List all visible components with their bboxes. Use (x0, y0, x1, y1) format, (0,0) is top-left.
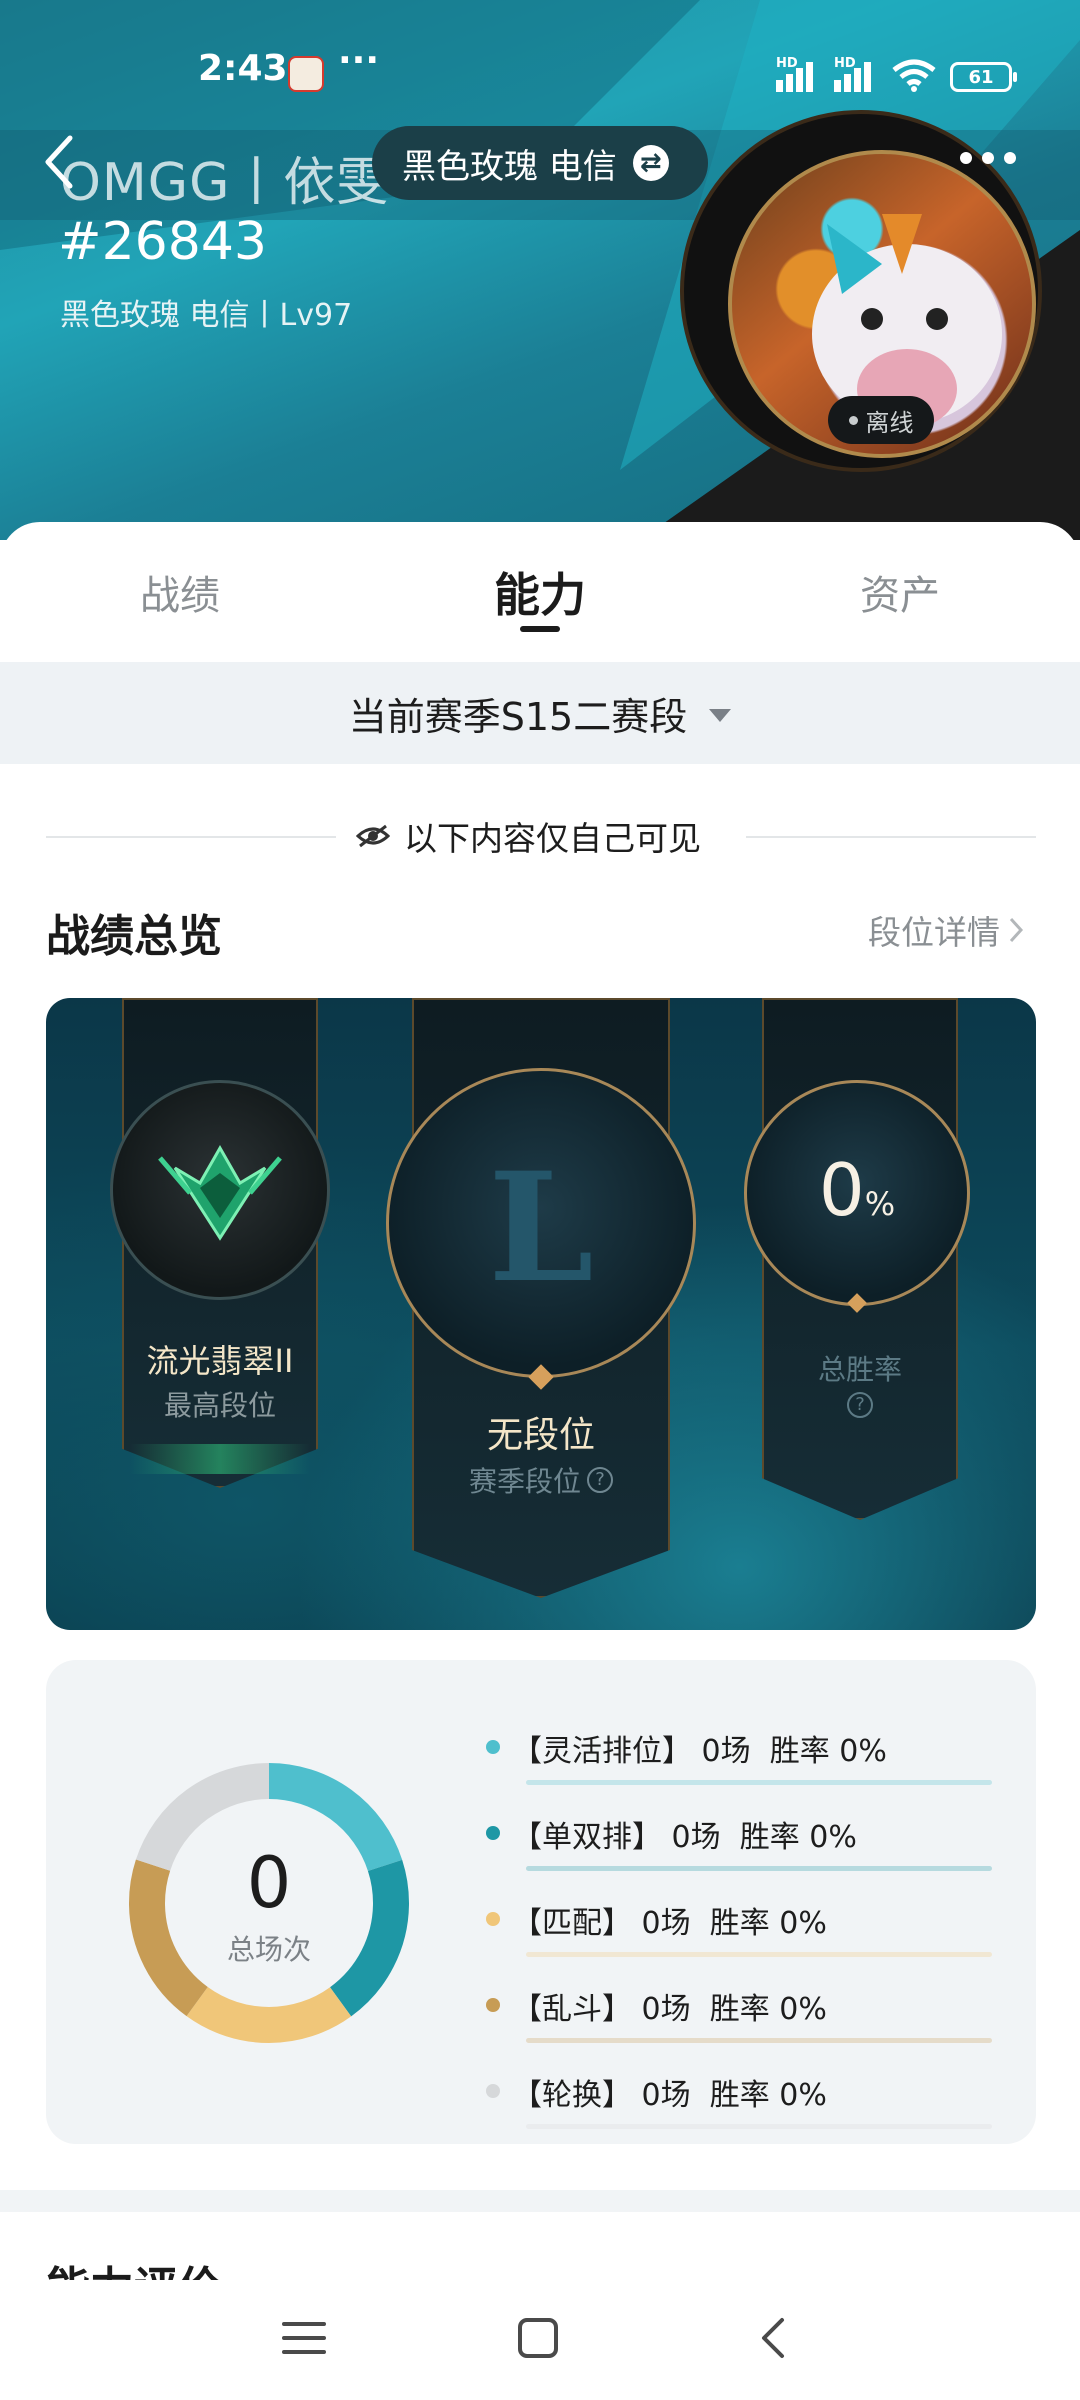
battery-icon: 61 (950, 62, 1017, 92)
queue-bar (526, 1866, 992, 1871)
chevron-right-icon (1009, 917, 1024, 943)
queue-name: 【匹配】 (512, 1906, 632, 1941)
season-filter-label: 当前赛季S15二赛段 (348, 694, 688, 739)
tab-record[interactable]: 战绩 (0, 522, 360, 662)
legend-dot (486, 1826, 500, 1840)
season-emblem: L (488, 1140, 594, 1316)
queue-games: 0场 (641, 1906, 691, 1941)
back-nav-icon[interactable] (744, 2308, 804, 2368)
win-rate-number: 0 (818, 1148, 865, 1232)
queue-bar (526, 1952, 992, 1957)
queue-name: 【轮换】 (512, 2078, 632, 2113)
emerald-rank-emblem-icon (158, 1144, 282, 1241)
queue-row-solo[interactable]: 【单双排】 0场 胜率 0% (486, 1792, 992, 1878)
queue-games: 0场 (641, 2078, 691, 2113)
win-rate-value: 0% (744, 1148, 970, 1232)
hd-label: HD (776, 56, 798, 71)
queue-row-normal[interactable]: 【匹配】 0场 胜率 0% (486, 1878, 992, 1964)
server-level: 黑色玫瑰 电信丨Lv97 (60, 298, 353, 333)
total-games-label: 总场次 (226, 1933, 311, 1966)
back-arrow-icon[interactable] (38, 132, 78, 192)
queue-games: 0场 (671, 1820, 721, 1855)
ability-rating-title: 能力评价 (46, 2252, 222, 2282)
section-divider (0, 2190, 1080, 2212)
highest-rank-label: 最高段位 (163, 1389, 276, 1422)
tab-bar: 战绩 能力 资产 (0, 522, 1080, 662)
menu-icon[interactable] (274, 2308, 334, 2368)
win-rate-label: 总胜率 (817, 1353, 902, 1386)
help-icon[interactable]: ? (847, 1392, 873, 1418)
help-icon[interactable]: ? (587, 1467, 613, 1493)
more-options-icon[interactable] (960, 152, 1016, 164)
queue-winrate: 胜率 0% (769, 1734, 887, 1769)
queue-row-text: 【灵活排位】 0场 胜率 0% (512, 1726, 887, 1770)
rank-details-link[interactable]: 段位详情 (868, 906, 1024, 954)
emerald-trim (130, 1444, 310, 1474)
queue-row-text: 【单双排】 0场 胜率 0% (512, 1812, 857, 1856)
status-more-dots: ··· (338, 40, 380, 81)
server-switch-button[interactable]: 黑色玫瑰 电信 ⇄ (372, 126, 708, 200)
queue-name: 【灵活排位】 (512, 1734, 692, 1769)
queue-row-text: 【轮换】 0场 胜率 0% (512, 2070, 827, 2114)
status-text: 离线 (865, 408, 914, 437)
overview-title: 战绩总览 (46, 911, 222, 962)
queue-winrate: 胜率 0% (739, 1820, 857, 1855)
eye-hidden-icon (356, 824, 390, 848)
divider-line (746, 836, 1036, 838)
app-notification-icon (288, 56, 324, 92)
match-stats-card: 0 总场次 【灵活排位】 0场 胜率 0% 【单双排】 0场 胜率 0% 【匹配… (46, 1660, 1036, 2144)
caret-down-icon (709, 708, 732, 722)
legend-dot (486, 2084, 500, 2098)
queue-row-rotating[interactable]: 【轮换】 0场 胜率 0% (486, 2050, 992, 2136)
signal-2-icon: HD (834, 56, 874, 92)
queue-row-flex[interactable]: 【灵活排位】 0场 胜率 0% (486, 1706, 992, 1792)
home-icon[interactable] (508, 2308, 568, 2368)
win-rate-unit: % (864, 1185, 896, 1223)
queue-bar (526, 1780, 992, 1785)
hd-label: HD (834, 56, 856, 71)
privacy-text: 以下内容仅自己可见 (404, 819, 701, 858)
status-time: 2:43 (198, 48, 288, 89)
legend-dot (486, 1912, 500, 1926)
swap-icon: ⇄ (632, 145, 669, 181)
server-switch-label: 黑色玫瑰 电信 (402, 146, 617, 187)
legend-dot (486, 1740, 500, 1754)
queue-name: 【单双排】 (512, 1820, 662, 1855)
season-rank-value: 无段位 (486, 1415, 595, 1456)
queue-bar (526, 2124, 992, 2129)
divider-line (46, 836, 336, 838)
queue-games: 0场 (641, 1992, 691, 2027)
signal-1-icon: HD (776, 56, 816, 92)
battery-level: 61 (968, 66, 994, 88)
legend-dot (486, 1998, 500, 2012)
queue-games: 0场 (701, 1734, 751, 1769)
queue-bar (526, 2038, 992, 2043)
season-rank-label-text: 赛季段位 (468, 1465, 581, 1498)
queue-name: 【乱斗】 (512, 1992, 632, 2027)
total-games-value: 0 (246, 1842, 292, 1924)
rank-banner-card: 流光翡翠II 最高段位 L 无段位 赛季段位 ? 0% 总胜率 ? (46, 998, 1036, 1630)
privacy-note: 以下内容仅自己可见 (356, 812, 701, 860)
queue-winrate: 胜率 0% (709, 1906, 827, 1941)
queue-row-text: 【乱斗】 0场 胜率 0% (512, 1984, 827, 2028)
queue-row-aram[interactable]: 【乱斗】 0场 胜率 0% (486, 1964, 992, 2050)
tab-ability[interactable]: 能力 (360, 522, 720, 662)
rank-details-label: 段位详情 (868, 913, 1000, 952)
status-dot-icon (848, 415, 858, 425)
highest-rank-value: 流光翡翠II (146, 1342, 294, 1380)
online-status-badge: 离线 (828, 396, 934, 444)
tab-assets[interactable]: 资产 (720, 522, 1080, 662)
signal-icons: HD HD 61 (776, 56, 1017, 92)
season-rank-label: 赛季段位 ? (412, 1460, 670, 1500)
player-tag: #26843 (58, 212, 267, 272)
wifi-icon (892, 59, 936, 92)
queue-winrate: 胜率 0% (709, 2078, 827, 2113)
season-filter-dropdown[interactable]: 当前赛季S15二赛段 (0, 662, 1080, 764)
queue-row-text: 【匹配】 0场 胜率 0% (512, 1898, 827, 1942)
queue-winrate: 胜率 0% (709, 1992, 827, 2027)
